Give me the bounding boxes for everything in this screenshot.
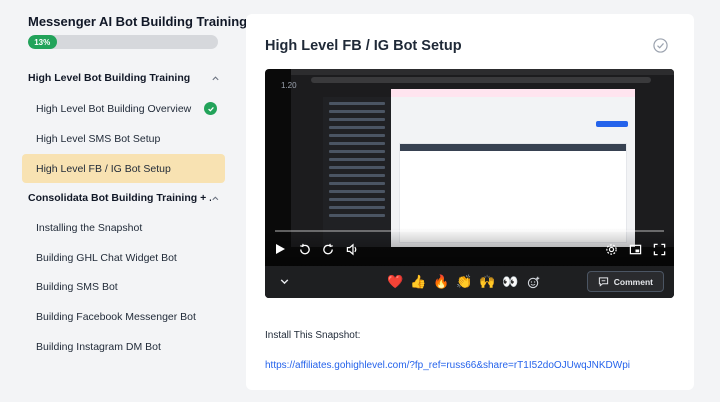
- course-progress-fill: 13%: [28, 35, 57, 49]
- heart-reaction[interactable]: ❤️: [387, 272, 403, 292]
- lesson-item-sms-bot[interactable]: Building SMS Bot: [22, 272, 225, 301]
- lesson-item-instagram-dm-bot[interactable]: Building Instagram DM Bot: [22, 332, 225, 361]
- lesson-item-facebook-messenger-bot[interactable]: Building Facebook Messenger Bot: [22, 302, 225, 331]
- section-header-consolidata[interactable]: Consolidata Bot Building Training + ...: [28, 188, 220, 208]
- check-circle-outline-icon[interactable]: [653, 38, 668, 53]
- chevron-up-icon: [212, 195, 219, 200]
- comment-button[interactable]: Comment: [586, 271, 664, 292]
- video-player[interactable]: 1.20 ❤️ 👍 🔥 👏 🙌 👀 Comment: [265, 69, 674, 298]
- course-sidebar: Messenger AI Bot Building Training 13% H…: [0, 0, 247, 402]
- fire-reaction[interactable]: 🔥: [433, 272, 449, 292]
- lesson-item-fb-ig-bot-setup[interactable]: High Level FB / IG Bot Setup: [22, 154, 225, 183]
- raised-hands-reaction[interactable]: 🙌: [479, 272, 495, 292]
- play-icon[interactable]: [273, 242, 287, 256]
- reaction-list: ❤️ 👍 🔥 👏 🙌 👀: [387, 272, 541, 292]
- picture-in-picture-icon[interactable]: [628, 242, 642, 256]
- settings-icon[interactable]: [604, 242, 618, 256]
- check-circle-icon: [204, 102, 217, 115]
- course-progress-label: 13%: [34, 37, 51, 47]
- video-frame: [291, 69, 674, 247]
- snapshot-label: Install This Snapshot:: [265, 330, 361, 341]
- lesson-label: High Level Bot Building Overview: [36, 102, 192, 115]
- lesson-label: Building Facebook Messenger Bot: [36, 310, 196, 323]
- eyes-reaction[interactable]: 👀: [502, 272, 518, 292]
- lesson-item-chat-widget-bot[interactable]: Building GHL Chat Widget Bot: [22, 243, 225, 272]
- add-reaction-icon[interactable]: [525, 272, 541, 292]
- lesson-label: High Level FB / IG Bot Setup: [36, 162, 171, 175]
- fullscreen-icon[interactable]: [652, 242, 666, 256]
- thumbs-up-reaction[interactable]: 👍: [410, 272, 426, 292]
- comment-icon: [598, 277, 608, 287]
- comment-button-label: Comment: [613, 276, 653, 287]
- section-header-high-level[interactable]: High Level Bot Building Training: [28, 68, 220, 88]
- snapshot-link[interactable]: https://affiliates.gohighlevel.com/?fp_r…: [265, 360, 630, 371]
- course-title: Messenger AI Bot Building Training: [28, 14, 248, 29]
- lesson-label: Building Instagram DM Bot: [36, 340, 161, 353]
- lesson-label: High Level SMS Bot Setup: [36, 132, 161, 145]
- video-progress-bar[interactable]: [275, 230, 664, 232]
- fast-forward-icon[interactable]: [321, 242, 335, 256]
- section-title: Consolidata Bot Building Training + ...: [28, 192, 212, 204]
- video-controls: [273, 239, 666, 259]
- course-progress-bar: 13%: [28, 35, 218, 49]
- rewind-icon[interactable]: [297, 242, 311, 256]
- lesson-label: Building SMS Bot: [36, 280, 118, 293]
- video-timestamp: 1.20: [281, 81, 297, 90]
- clap-reaction[interactable]: 👏: [456, 272, 472, 292]
- lesson-item-installing-snapshot[interactable]: Installing the Snapshot: [22, 213, 225, 242]
- chevron-up-icon: [212, 75, 219, 80]
- lesson-content-card: High Level FB / IG Bot Setup 1.20 ❤️ 👍 🔥…: [246, 14, 694, 390]
- lesson-title: High Level FB / IG Bot Setup: [265, 38, 462, 54]
- lesson-label: Building GHL Chat Widget Bot: [36, 251, 177, 264]
- lesson-label: Installing the Snapshot: [36, 221, 143, 234]
- section-title: High Level Bot Building Training: [28, 72, 191, 84]
- reaction-bar: ❤️ 👍 🔥 👏 🙌 👀 Comment: [265, 266, 674, 298]
- lesson-item-overview[interactable]: High Level Bot Building Overview: [22, 94, 225, 123]
- chevron-down-icon[interactable]: [279, 276, 290, 287]
- volume-icon[interactable]: [345, 242, 359, 256]
- lesson-item-sms-bot-setup[interactable]: High Level SMS Bot Setup: [22, 124, 225, 153]
